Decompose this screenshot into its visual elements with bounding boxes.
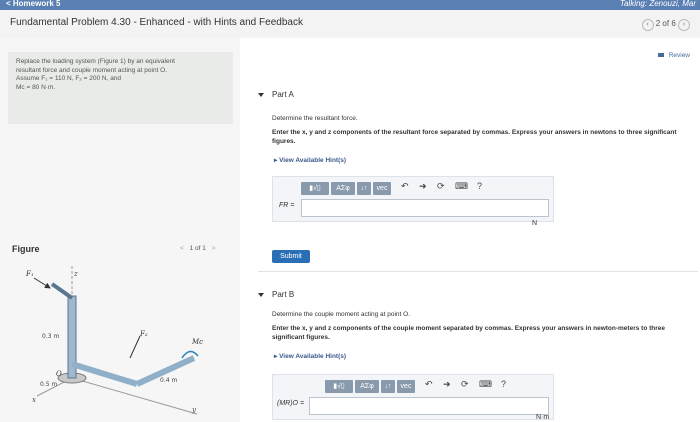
part-b-unit: N·m [536,414,550,421]
f2-arrow [129,335,141,359]
figure-nav-label: 1 of 1 [189,245,206,252]
dim-0-3: 0.3 m [42,333,59,340]
keyboard-icon[interactable]: ⌨ [455,181,468,192]
redo-icon[interactable]: ➜ [419,181,427,192]
page-title: Fundamental Problem 4.30 - Enhanced - wi… [10,17,303,28]
dim-0-5: 0.5 m [40,381,57,388]
submit-button[interactable]: Submit [272,250,310,263]
left-panel: Replace the loading system (Figure 1) by… [0,38,240,422]
figure-nav: < 1 of 1 > [176,245,219,252]
problem-statement: Replace the loading system (Figure 1) by… [8,52,233,124]
part-a-desc: Determine the resultant force. [272,115,358,122]
arrows-button[interactable]: ↓↑ [381,380,395,393]
problem-line: resultant force and couple moment acting… [16,66,168,74]
part-b-desc: Determine the couple moment acting at po… [272,311,411,318]
separator [258,271,698,272]
caret-down-icon [258,92,264,97]
figure-svg: z x y F₁ Mc F₂ 0.3 m 0.5 m 0.4 m O [25,266,203,415]
undo-icon[interactable]: ↶ [401,181,409,192]
problem-line: Mc = 80 N·m. [16,83,56,91]
review-link[interactable]: Review [657,52,690,59]
top-bar: < Homework 5 Talking: Zenouzi, Mar [0,0,700,10]
part-b-title: Part B [272,290,295,299]
templates-button[interactable]: ▮√▯ [301,182,329,195]
part-a-answer-input[interactable] [301,199,549,217]
hint-label: View Available Hint(s) [279,353,347,360]
part-b-instructions: Enter the x, y and z components of the c… [272,325,665,341]
pager: ‹ 2 of 6 › [641,19,690,31]
redo-icon[interactable]: ➜ [443,379,451,390]
part-b-hint[interactable]: ▸ View Available Hint(s) [274,352,346,360]
part-a-instructions: Enter the x, y and z components of the r… [272,129,677,145]
chevron-left-icon[interactable]: < [180,245,184,252]
reset-icon[interactable]: ⟳ [437,181,445,192]
greek-button[interactable]: ΑΣφ [331,182,355,195]
homework-back-link[interactable]: < Homework 5 [6,0,60,8]
part-a-hint[interactable]: ▸ View Available Hint(s) [274,156,346,164]
part-a-header[interactable]: Part A [258,90,294,99]
f1-arrow [33,277,51,289]
x-label: x [32,396,36,404]
figure-heading: Figure [12,244,40,254]
chevron-left-icon[interactable]: ‹ [641,19,654,31]
caret-right-icon: ▸ [274,157,278,164]
hint-label: View Available Hint(s) [279,157,347,164]
reset-icon[interactable]: ⟳ [461,379,469,390]
part-a-title: Part A [272,90,294,99]
greek-button[interactable]: ΑΣφ [355,380,379,393]
part-a-answer-label: FR = [279,202,295,209]
origin-label: O [56,370,62,378]
review-icon [657,53,664,57]
f1-label: F₁ [25,270,34,278]
title-bar: Fundamental Problem 4.30 - Enhanced - wi… [0,10,700,39]
top-arm [50,282,74,300]
arrows-button[interactable]: ↓↑ [357,182,371,195]
help-button[interactable]: ? [501,379,506,389]
chevron-right-icon[interactable]: > [212,245,216,252]
vec-button[interactable]: vec [397,380,415,393]
part-a-unit: N [532,220,538,227]
right-panel: Review Part A Determine the resultant fo… [240,38,700,422]
part-b-answer-input[interactable] [309,397,549,415]
mc-label: Mc [191,338,203,346]
user-label: Talking: Zenouzi, Mar [619,0,696,8]
review-label: Review [668,52,690,59]
help-button[interactable]: ? [477,181,482,191]
part-b-answer-label: (MR)O = [277,400,305,407]
part-b-answer-box: ▮√▯ ΑΣφ ↓↑ vec ↶ ➜ ⟳ ⌨ ? (MR)O = [272,374,554,420]
dim-0-4: 0.4 m [160,377,177,384]
part-b-header[interactable]: Part B [258,290,294,299]
y-label: y [191,406,197,414]
problem-line: Assume F₁ = 110 N, F₂ = 200 N, and [16,75,122,82]
part-a-answer-box: ▮√▯ ΑΣφ ↓↑ vec ↶ ➜ ⟳ ⌨ ? FR = [272,176,554,222]
pager-label: 2 of 6 [655,19,676,28]
vec-button[interactable]: vec [373,182,391,195]
figure-diagram: z x y F₁ Mc F₂ 0.3 m 0.5 m 0.4 m O [12,266,232,416]
chevron-right-icon[interactable]: › [678,19,690,31]
f2-label: F₂ [139,330,148,338]
keyboard-icon[interactable]: ⌨ [479,379,492,390]
problem-line: Replace the loading system (Figure 1) by… [16,58,175,65]
caret-down-icon [258,292,264,297]
templates-button[interactable]: ▮√▯ [325,380,353,393]
caret-right-icon: ▸ [274,353,278,360]
undo-icon[interactable]: ↶ [425,379,433,390]
z-label: z [73,270,78,278]
